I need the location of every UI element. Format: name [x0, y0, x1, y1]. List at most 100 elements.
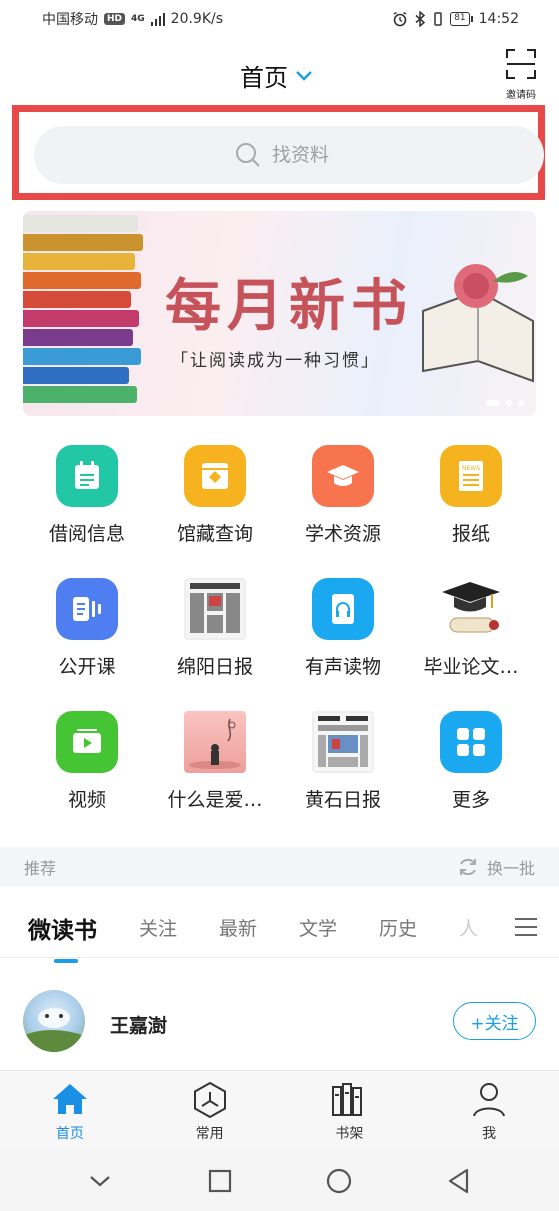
home-icon — [52, 1083, 87, 1114]
page-title: 首页 — [240, 64, 288, 92]
grid-label: 学术资源 — [304, 523, 381, 545]
chevron-down-icon[interactable] — [86, 1167, 114, 1195]
grid-label: 公开课 — [58, 656, 116, 678]
search-highlight-frame — [12, 105, 545, 200]
system-nav-bar — [0, 1150, 559, 1211]
video-icon — [56, 711, 118, 773]
search-input[interactable] — [272, 144, 344, 166]
academic-cap-icon — [312, 445, 374, 507]
search-bar[interactable] — [34, 126, 544, 184]
bookshelf-icon — [332, 1082, 363, 1116]
collection-search-icon — [184, 445, 246, 507]
refresh-icon — [459, 858, 476, 876]
grid-label: 借阅信息 — [48, 523, 125, 545]
tab-micro-read[interactable]: 微读书 — [28, 911, 97, 963]
grid-item-graduation-thesis[interactable]: 毕业论文… — [407, 578, 535, 679]
bottom-nav: 首页 常用 书架 我 — [0, 1070, 559, 1150]
banner-pagination — [486, 400, 524, 406]
newspaper-icon: NEWS — [440, 445, 502, 507]
grid-label: 更多 — [451, 789, 490, 811]
status-right: 81 14:52 — [392, 11, 519, 27]
bluetooth-icon — [415, 11, 426, 27]
grid-label: 报纸 — [451, 523, 490, 545]
grid-label: 什么是爱… — [167, 789, 263, 811]
grid-label: 有声读物 — [304, 656, 381, 678]
chevron-down-icon — [296, 70, 312, 81]
grid-item-more[interactable]: 更多 — [407, 711, 535, 812]
grid-item-borrow-info[interactable]: 借阅信息 — [23, 445, 151, 546]
grid-item-huangshi-daily[interactable]: 黄石日报 — [279, 711, 407, 812]
feed-author-row[interactable]: 王嘉澍 +关注 — [0, 975, 559, 1067]
refresh-button[interactable]: 换一批 — [457, 855, 535, 879]
grid-item-newspaper[interactable]: NEWS 报纸 — [407, 445, 535, 546]
grid-item-mianyang-daily[interactable]: 绵阳日报 — [151, 578, 279, 679]
refresh-label: 换一批 — [486, 859, 535, 878]
invite-code-button[interactable]: 邀请码 — [501, 48, 541, 101]
tab-follow[interactable]: 关注 — [139, 914, 177, 941]
author-name[interactable]: 王嘉澍 — [110, 1011, 167, 1038]
borrow-info-icon — [56, 445, 118, 507]
tab-history[interactable]: 历史 — [379, 914, 417, 941]
recents-square-icon[interactable] — [206, 1167, 234, 1195]
grid-label: 馆藏查询 — [176, 523, 253, 545]
signal-icon — [150, 12, 165, 26]
grid-label: 视频 — [67, 789, 106, 811]
status-left: 中国移动 HD 4G 20.9K/s — [42, 9, 223, 29]
audiobook-icon — [312, 578, 374, 640]
love-thumbnail — [184, 711, 246, 773]
tab-people[interactable]: 人 — [459, 914, 478, 941]
grid-label: 黄石日报 — [304, 789, 381, 811]
vibrate-icon — [434, 12, 442, 26]
banner-title: 每月新书 — [165, 273, 413, 339]
nav-home[interactable]: 首页 — [25, 1079, 115, 1143]
scan-frame-icon — [506, 49, 536, 79]
hexagon-icon — [193, 1081, 226, 1118]
feature-grid: 借阅信息 馆藏查询 学术资源 NEWS 报纸 公开课 绵阳日报 有声读物 毕业论… — [23, 445, 536, 812]
tab-literature[interactable]: 文学 — [299, 914, 337, 941]
book-stack-illustration — [23, 211, 153, 416]
open-book-rose-illustration — [422, 264, 534, 383]
mianyang-daily-thumbnail — [184, 578, 246, 640]
follow-button[interactable]: +关注 — [453, 1002, 536, 1040]
grid-label: 毕业论文… — [423, 656, 519, 678]
network-speed: 20.9K/s — [170, 11, 224, 27]
network-type: 4G — [131, 14, 145, 24]
more-grid-icon — [440, 711, 502, 773]
avatar[interactable] — [23, 990, 85, 1052]
nav-label: 我 — [482, 1125, 497, 1142]
grid-label: 绵阳日报 — [176, 656, 253, 678]
category-tabs: 微读书 关注 最新 文学 历史 人 — [0, 898, 559, 963]
svg-text:NEWS: NEWS — [462, 465, 480, 472]
clock: 14:52 — [478, 11, 519, 27]
banner-subtitle: 「让阅读成为一种习惯」 — [171, 351, 380, 371]
home-circle-icon[interactable] — [325, 1167, 353, 1195]
graduation-thesis-thumbnail — [440, 578, 502, 640]
page-title-dropdown[interactable]: 首页 — [240, 58, 312, 93]
grid-item-video[interactable]: 视频 — [23, 711, 151, 812]
nav-label: 书架 — [335, 1125, 364, 1142]
promo-banner[interactable]: 每月新书 「让阅读成为一种习惯」 — [23, 211, 536, 416]
tab-menu-icon[interactable] — [515, 918, 537, 942]
grid-item-academic[interactable]: 学术资源 — [279, 445, 407, 546]
recommend-label: 推荐 — [24, 859, 57, 878]
grid-item-what-is-love[interactable]: 什么是爱… — [151, 711, 279, 812]
open-course-icon — [56, 578, 118, 640]
huangshi-daily-thumbnail — [312, 711, 374, 773]
app-header: 首页 邀请码 — [0, 44, 559, 104]
battery-level: 81 — [450, 12, 470, 26]
nav-label: 常用 — [195, 1125, 224, 1142]
recommend-bar: 推荐 换一批 — [0, 847, 559, 887]
alarm-icon — [393, 11, 407, 27]
grid-item-open-course[interactable]: 公开课 — [23, 578, 151, 679]
battery-icon: 81 — [450, 12, 473, 26]
nav-bookshelf[interactable]: 书架 — [304, 1079, 394, 1143]
back-triangle-icon[interactable] — [445, 1167, 473, 1195]
grid-item-collection-search[interactable]: 馆藏查询 — [151, 445, 279, 546]
nav-me[interactable]: 我 — [444, 1079, 534, 1143]
invite-code-label: 邀请码 — [506, 90, 536, 101]
tab-latest[interactable]: 最新 — [219, 914, 257, 941]
grid-item-audiobook[interactable]: 有声读物 — [279, 578, 407, 679]
hd-badge: HD — [104, 13, 126, 25]
status-bar: 中国移动 HD 4G 20.9K/s 81 14:52 — [0, 0, 559, 38]
nav-frequent[interactable]: 常用 — [165, 1079, 255, 1143]
